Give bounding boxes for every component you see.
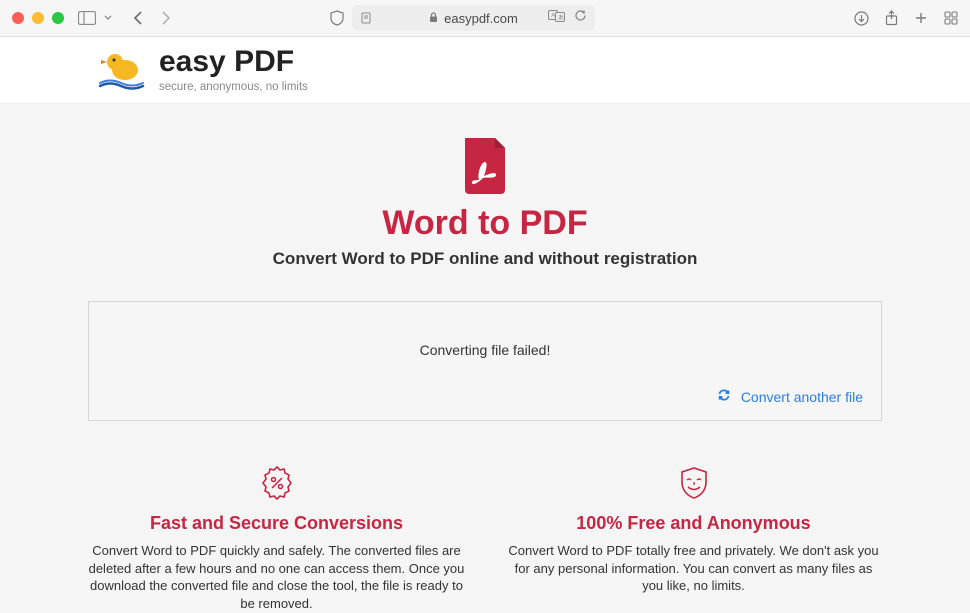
lock-icon: [429, 11, 438, 26]
tab-overview-icon[interactable]: [944, 10, 958, 26]
downloads-icon[interactable]: [854, 10, 869, 26]
feature-desc: Convert Word to PDF quickly and safely. …: [88, 542, 465, 612]
svg-text:あ: あ: [558, 15, 564, 22]
reload-icon[interactable]: [574, 9, 587, 27]
pdf-icon: [461, 138, 509, 194]
forward-button[interactable]: [156, 9, 174, 27]
close-window-button[interactable]: [12, 12, 24, 24]
chevron-down-icon[interactable]: [104, 14, 112, 22]
status-message: Converting file failed!: [107, 342, 863, 358]
convert-another-link[interactable]: Convert another file: [741, 389, 863, 405]
shield-icon[interactable]: [330, 10, 344, 26]
svg-text:A: A: [551, 13, 555, 19]
feature-free-anonymous: 100% Free and Anonymous Convert Word to …: [505, 465, 882, 612]
feature-title: Fast and Secure Conversions: [88, 513, 465, 534]
minimize-window-button[interactable]: [32, 12, 44, 24]
new-tab-icon[interactable]: [914, 10, 928, 26]
maximize-window-button[interactable]: [52, 12, 64, 24]
browser-toolbar: easypdf.com Aあ: [0, 0, 970, 37]
site-header: easy PDF secure, anonymous, no limits: [0, 37, 970, 104]
convert-panel: Converting file failed! Convert another …: [88, 301, 882, 421]
sidebar-toggle-icon[interactable]: [78, 11, 96, 25]
main-content: Word to PDF Convert Word to PDF online a…: [0, 104, 970, 613]
hero: Word to PDF Convert Word to PDF online a…: [88, 138, 882, 269]
anonymous-mask-icon: [676, 465, 712, 501]
translate-icon[interactable]: Aあ: [548, 9, 566, 27]
refresh-icon[interactable]: [717, 388, 731, 406]
feature-desc: Convert Word to PDF totally free and pri…: [505, 542, 882, 595]
back-button[interactable]: [130, 9, 148, 27]
logo-icon: [98, 50, 145, 90]
brand-tagline: secure, anonymous, no limits: [159, 81, 308, 93]
url-text: easypdf.com: [429, 11, 518, 26]
window-controls: [12, 12, 64, 24]
badge-percent-icon: [259, 465, 295, 501]
address-bar[interactable]: easypdf.com Aあ: [352, 5, 595, 31]
url-value: easypdf.com: [444, 11, 518, 26]
features-row: Fast and Secure Conversions Convert Word…: [88, 465, 882, 612]
page-title: Word to PDF: [88, 204, 882, 243]
feature-title: 100% Free and Anonymous: [505, 513, 882, 534]
page-subtitle: Convert Word to PDF online and without r…: [88, 249, 882, 269]
feature-fast-secure: Fast and Secure Conversions Convert Word…: [88, 465, 465, 612]
share-icon[interactable]: [885, 10, 898, 26]
brand-title: easy PDF: [159, 47, 308, 77]
site-settings-icon[interactable]: [360, 12, 372, 24]
